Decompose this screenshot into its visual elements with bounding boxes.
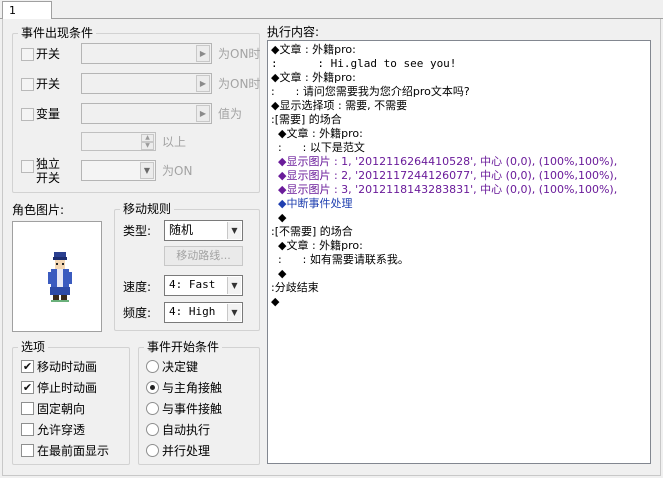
conditions-title: 事件出现条件 bbox=[18, 26, 97, 40]
freq-label: 频度: bbox=[123, 306, 152, 320]
exec-line[interactable]: : : 如有需要请联系我。 bbox=[271, 253, 409, 267]
option-stepping-anim-label: 停止时动画 bbox=[37, 381, 98, 395]
character-graphic-box[interactable] bbox=[12, 221, 102, 332]
graphic-title: 角色图片: bbox=[12, 203, 65, 217]
exec-line[interactable]: ◆ bbox=[271, 211, 286, 225]
move-type-select[interactable]: 随机 ▼ bbox=[164, 220, 243, 241]
trigger-action-button-label: 决定键 bbox=[162, 360, 199, 374]
option-through-checkbox[interactable] bbox=[21, 423, 34, 436]
spinner-up-icon[interactable]: ▲ bbox=[141, 134, 154, 142]
option-always-on-top-checkbox[interactable] bbox=[21, 444, 34, 457]
trigger-autorun-label: 自动执行 bbox=[162, 423, 211, 437]
movement-title: 移动规则 bbox=[120, 202, 175, 216]
exec-line-show-picture[interactable]: ◆显示图片 : 1, '2012116264410528', 中心 (0,0),… bbox=[271, 155, 617, 169]
execution-list[interactable]: ◆文章 : 外籍pro: : : Hi.glad to see you! ◆文章… bbox=[267, 40, 651, 464]
exec-line-show-picture[interactable]: ◆显示图片 : 3, '2012118143283831', 中心 (0,0),… bbox=[271, 183, 617, 197]
character-sprite-icon bbox=[48, 252, 72, 302]
trigger-event-touch-label: 与事件接触 bbox=[162, 402, 223, 416]
option-stepping-anim-checkbox[interactable]: ✔ bbox=[21, 381, 34, 394]
self-switch-label-1: 独立 bbox=[36, 157, 61, 171]
exec-line[interactable]: ◆文章 : 外籍pro: bbox=[271, 239, 363, 253]
switch1-checkbox[interactable] bbox=[21, 48, 34, 61]
self-switch-select[interactable]: ▼ bbox=[81, 160, 156, 181]
execution-title: 执行内容: bbox=[267, 25, 320, 39]
option-walking-anim-label: 移动时动画 bbox=[37, 360, 98, 374]
tab-bar bbox=[0, 0, 663, 19]
exec-line[interactable]: ◆显示选择项 : 需要, 不需要 bbox=[271, 99, 407, 113]
exec-line[interactable]: :分歧结束 bbox=[271, 281, 319, 295]
tab-page-1[interactable]: 1 bbox=[2, 1, 52, 20]
freq-value: 4: High bbox=[169, 305, 216, 318]
trigger-parallel-label: 并行处理 bbox=[162, 444, 211, 458]
freq-arrow-icon: ▼ bbox=[227, 304, 241, 321]
variable-select[interactable]: ▶ bbox=[81, 103, 212, 124]
exec-line[interactable]: : : 请问您需要我为您介绍pro文本吗? bbox=[271, 85, 470, 99]
self-switch-arrow-icon: ▼ bbox=[140, 162, 154, 179]
options-title: 选项 bbox=[18, 340, 49, 354]
move-type-arrow-icon: ▼ bbox=[227, 222, 241, 239]
switch2-select[interactable]: ▶ bbox=[81, 73, 212, 94]
exec-line[interactable]: ◆文章 : 外籍pro: bbox=[271, 43, 356, 57]
self-switch-suffix: 为ON bbox=[162, 164, 193, 178]
exec-line[interactable]: : : 以下是范文 bbox=[271, 141, 365, 155]
exec-line[interactable]: :[需要] 的场合 bbox=[271, 113, 342, 127]
exec-line[interactable]: :[不需要] 的场合 bbox=[271, 225, 353, 239]
variable-select-arrow-icon: ▶ bbox=[196, 105, 210, 122]
variable-suffix: 值为 bbox=[218, 107, 243, 121]
move-type-value: 随机 bbox=[169, 223, 194, 237]
trigger-event-touch-radio[interactable] bbox=[146, 402, 159, 415]
variable-label: 变量 bbox=[36, 107, 61, 121]
variable-checkbox[interactable] bbox=[21, 108, 34, 121]
switch1-select-arrow-icon: ▶ bbox=[196, 45, 210, 62]
move-route-button[interactable]: 移动路线... bbox=[164, 246, 243, 266]
trigger-parallel-radio[interactable] bbox=[146, 444, 159, 457]
exec-line-show-picture[interactable]: ◆显示图片 : 2, '2012117244126077', 中心 (0,0),… bbox=[271, 169, 617, 183]
trigger-autorun-radio[interactable] bbox=[146, 423, 159, 436]
exec-line[interactable]: ◆文章 : 外籍pro: bbox=[271, 127, 363, 141]
speed-arrow-icon: ▼ bbox=[227, 277, 241, 294]
speed-label: 速度: bbox=[123, 280, 152, 294]
trigger-action-button-radio[interactable] bbox=[146, 360, 159, 373]
speed-value: 4: Fast bbox=[169, 278, 216, 291]
trigger-player-touch-label: 与主角接触 bbox=[162, 381, 223, 395]
switch2-suffix: 为ON时 bbox=[218, 77, 261, 91]
trigger-title: 事件开始条件 bbox=[144, 340, 223, 354]
exec-line[interactable]: ◆ bbox=[271, 295, 279, 309]
radio-selected-dot-icon bbox=[150, 385, 155, 390]
option-direction-fix-label: 固定朝向 bbox=[37, 402, 86, 416]
trigger-player-touch-radio[interactable] bbox=[146, 381, 159, 394]
switch1-suffix: 为ON时 bbox=[218, 47, 261, 61]
exec-line[interactable]: ◆ bbox=[271, 267, 286, 281]
freq-select[interactable]: 4: High ▼ bbox=[164, 302, 243, 323]
move-type-label: 类型: bbox=[123, 224, 152, 238]
option-walking-anim-checkbox[interactable]: ✔ bbox=[21, 360, 34, 373]
exec-line-exit-event[interactable]: ◆中断事件处理 bbox=[271, 197, 352, 211]
speed-select[interactable]: 4: Fast ▼ bbox=[164, 275, 243, 296]
switch2-label: 开关 bbox=[36, 77, 61, 91]
self-switch-label-2: 开关 bbox=[36, 171, 61, 185]
option-through-label: 允许穿透 bbox=[37, 423, 86, 437]
option-direction-fix-checkbox[interactable] bbox=[21, 402, 34, 415]
spinner-down-icon[interactable]: ▼ bbox=[141, 142, 154, 150]
exec-line[interactable]: : : Hi.glad to see you! bbox=[271, 57, 456, 71]
switch1-select[interactable]: ▶ bbox=[81, 43, 212, 64]
self-switch-checkbox[interactable] bbox=[21, 160, 34, 173]
switch1-label: 开关 bbox=[36, 47, 61, 61]
option-always-on-top-label: 在最前面显示 bbox=[37, 444, 110, 458]
variable-above-label: 以上 bbox=[162, 135, 187, 149]
exec-line[interactable]: ◆文章 : 外籍pro: bbox=[271, 71, 356, 85]
switch2-select-arrow-icon: ▶ bbox=[196, 75, 210, 92]
variable-value-spinner[interactable]: ▲ ▼ bbox=[81, 132, 156, 151]
switch2-checkbox[interactable] bbox=[21, 78, 34, 91]
